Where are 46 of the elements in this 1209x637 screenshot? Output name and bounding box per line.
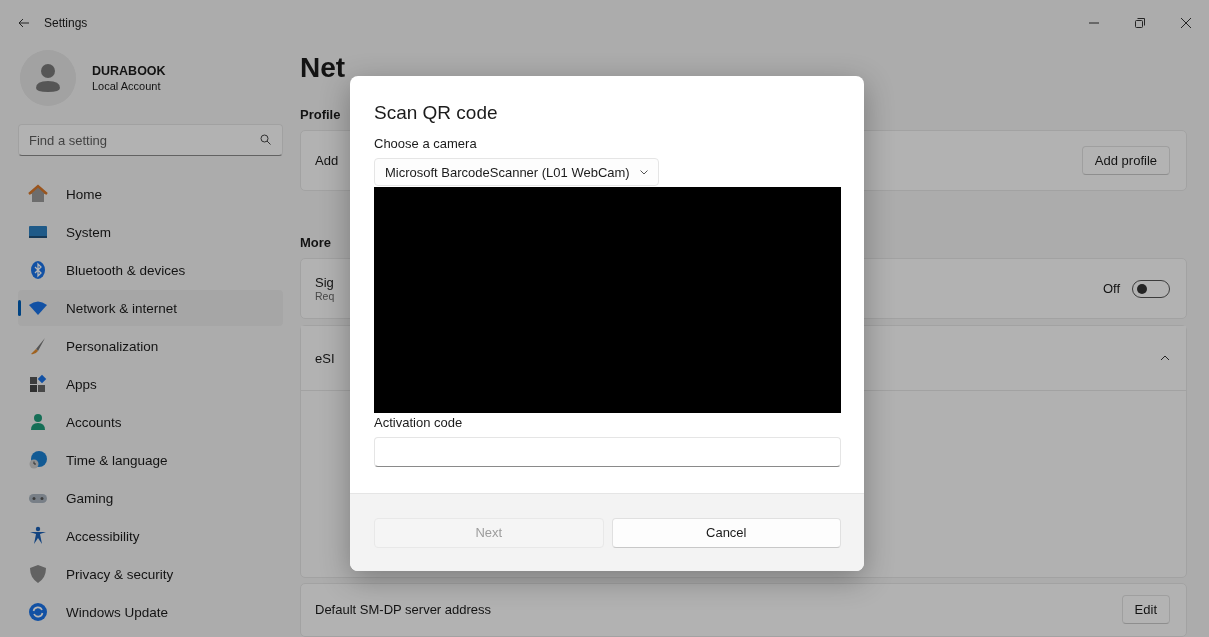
sidebar-item[interactable]: Apps	[18, 366, 283, 402]
restore-icon	[1135, 18, 1145, 28]
sidebar-item[interactable]: Privacy & security	[18, 556, 283, 592]
toggle-label: Off	[1102, 281, 1120, 297]
sidebar-item[interactable]: Home	[18, 176, 283, 212]
search-icon	[260, 134, 271, 145]
field-label: Choose a camera	[374, 136, 478, 151]
add-profile-button[interactable]: Add profile	[1081, 145, 1170, 175]
setting-title: Sig	[315, 275, 335, 291]
chevron-icon	[639, 169, 648, 175]
home-icon	[28, 184, 48, 204]
back-icon[interactable]	[18, 18, 30, 28]
section-label: More	[300, 235, 332, 250]
sidebar-item[interactable]: Network & internet	[18, 290, 283, 326]
section-label: Profile	[300, 106, 341, 122]
sidebar-item[interactable]: Accounts	[18, 404, 283, 440]
sidebar-item[interactable]: System	[18, 214, 283, 250]
sidebar-item[interactable]: Personalization	[18, 328, 283, 364]
cancel-button[interactable]: Cancel	[611, 517, 841, 548]
activation-code-field[interactable]	[374, 437, 841, 467]
globe-icon	[28, 450, 48, 470]
edit-button[interactable]: Edit	[1121, 595, 1170, 625]
bluetooth-icon	[28, 260, 48, 280]
sidebar-item[interactable]: Time & language	[18, 442, 283, 478]
card-label: Default SM-DP server address	[315, 602, 492, 618]
page-heading: Net	[300, 52, 346, 83]
field-label: Activation code	[374, 415, 464, 430]
card-label: Add	[315, 152, 339, 168]
sidebar-item[interactable]: Accessibility	[18, 518, 283, 554]
user-name: DURABOOK	[92, 64, 166, 78]
dialog-title: Scan QR code	[374, 102, 499, 124]
setting-description: Req	[315, 290, 335, 303]
apps-icon	[28, 374, 48, 394]
sidebar-item[interactable]: Windows Update	[18, 594, 283, 630]
card-label: eSI	[315, 350, 335, 366]
sync-icon	[28, 602, 48, 622]
shield-icon	[28, 564, 48, 584]
account-type: Local Account	[92, 80, 162, 92]
camera-dropdown[interactable]: Microsoft BarcodeScanner (L01 WebCam)	[374, 158, 659, 186]
sidebar-item[interactable]: Gaming	[18, 480, 283, 516]
chevron-icon[interactable]	[1160, 355, 1170, 362]
window-title: Settings	[44, 16, 88, 30]
search-field[interactable]: Find a setting	[18, 124, 283, 156]
close-icon	[1181, 18, 1191, 28]
sidebar-item[interactable]: Bluetooth & devices	[18, 252, 283, 288]
person-icon	[28, 412, 48, 432]
